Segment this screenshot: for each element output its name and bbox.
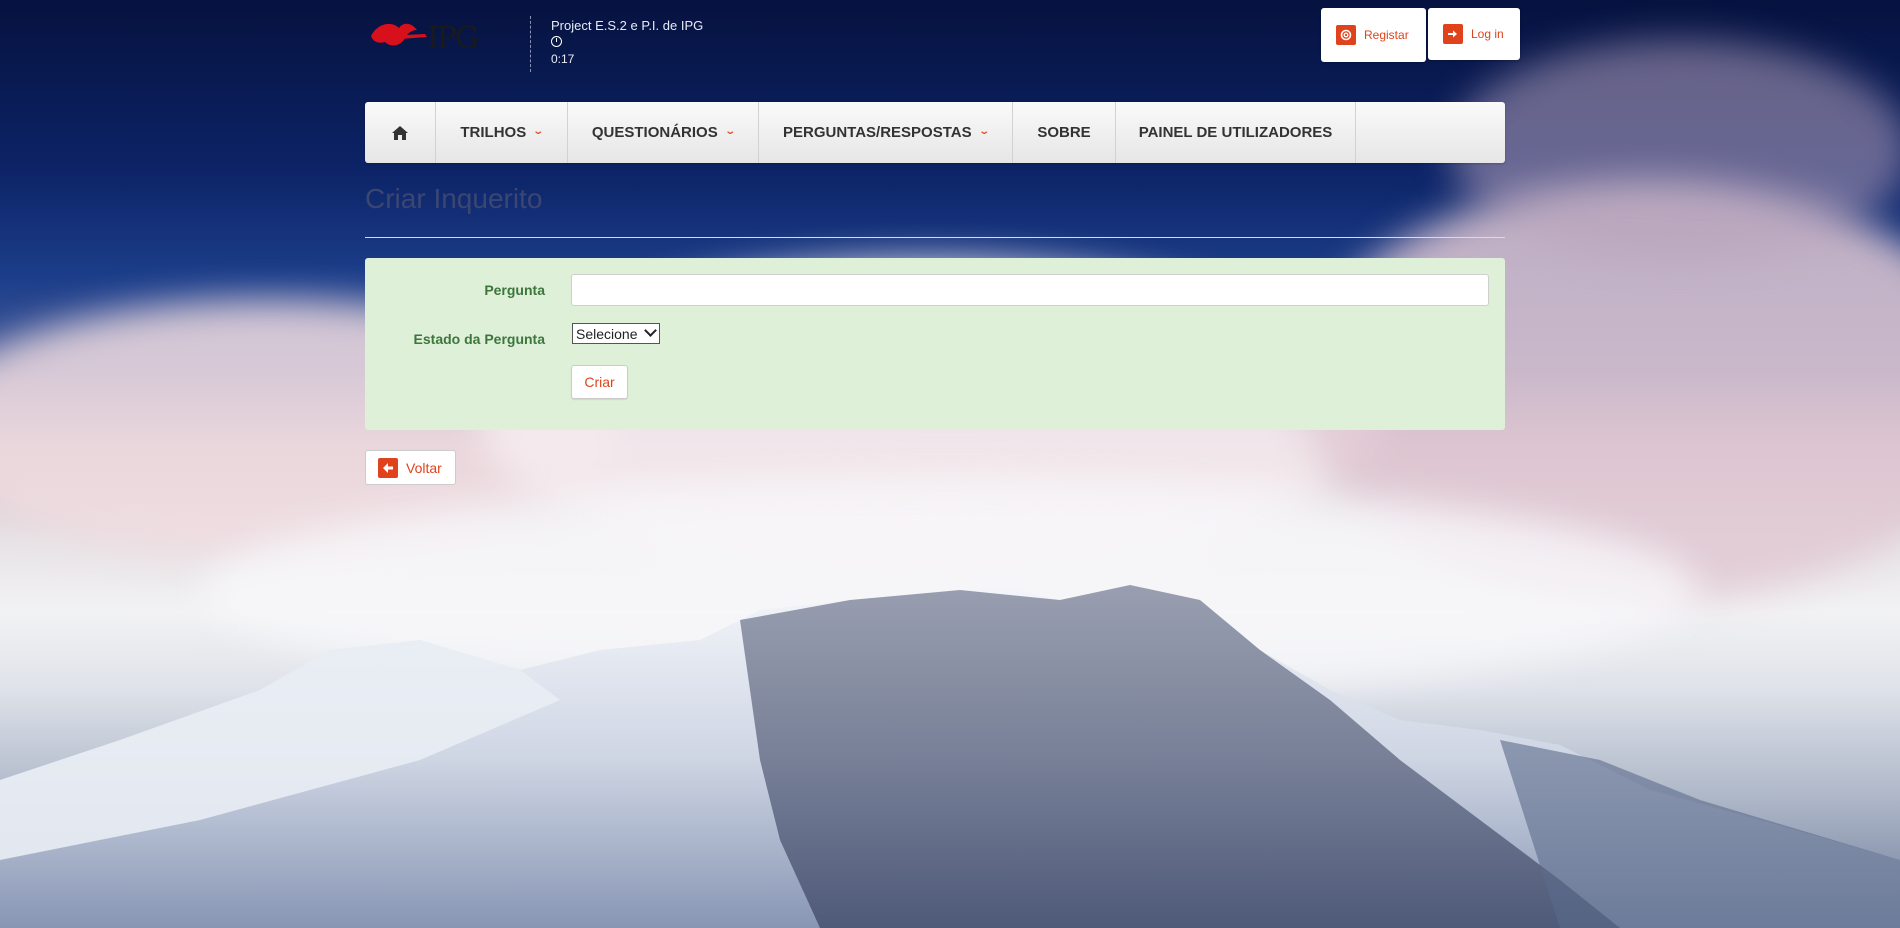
clock-icon — [551, 36, 562, 47]
select-arrow-icon — [644, 324, 657, 337]
chevron-down-icon: ⌄ — [532, 126, 545, 137]
nav-trilhos[interactable]: TRILHOS ⌄ — [436, 102, 568, 163]
nav-home[interactable] — [365, 102, 436, 163]
header-divider — [530, 16, 531, 72]
estado-select[interactable]: Selecione — [572, 323, 660, 344]
ipg-logo[interactable]: IPG — [365, 14, 505, 58]
nav-painel-utilizadores[interactable]: PAINEL DE UTILIZADORES — [1116, 102, 1356, 163]
auth-buttons: Registar Log in — [1321, 8, 1520, 62]
estado-label: Estado da Pergunta — [413, 331, 545, 347]
pergunta-label: Pergunta — [484, 282, 545, 298]
session-timer: 0:17 — [551, 52, 575, 66]
login-icon — [1443, 24, 1463, 44]
home-icon — [392, 125, 408, 140]
nav-sobre-label: SOBRE — [1037, 124, 1091, 141]
register-icon — [1336, 25, 1356, 45]
register-label: Registar — [1364, 28, 1409, 42]
estado-selected-value: Selecione — [576, 325, 638, 342]
nav-trilhos-label: TRILHOS — [460, 124, 527, 141]
nav-perguntas-respostas[interactable]: PERGUNTAS/RESPOSTAS ⌄ — [759, 102, 1013, 163]
title-divider — [365, 237, 1505, 238]
voltar-button[interactable]: Voltar — [365, 450, 456, 485]
create-survey-form: Pergunta Estado da Pergunta Selecione Cr… — [365, 258, 1505, 430]
criar-button[interactable]: Criar — [571, 365, 628, 399]
register-button[interactable]: Registar — [1321, 8, 1426, 62]
page-title: Criar Inquerito — [365, 183, 543, 214]
nav-questionarios[interactable]: QUESTIONÁRIOS ⌄ — [568, 102, 759, 163]
svg-text:IPG: IPG — [427, 21, 477, 56]
nav-questionarios-label: QUESTIONÁRIOS — [591, 124, 718, 141]
login-label: Log in — [1471, 27, 1504, 41]
project-name: Project E.S.2 e P.I. de IPG — [551, 18, 704, 33]
nav-sobre[interactable]: SOBRE — [1013, 102, 1116, 163]
site-header: IPG Project E.S.2 e P.I. de IPG 0:17 Reg… — [365, 8, 1520, 88]
chevron-down-icon: ⌄ — [977, 126, 990, 137]
arrow-left-icon — [378, 457, 398, 478]
pergunta-input[interactable] — [571, 274, 1489, 306]
chevron-down-icon: ⌄ — [724, 126, 736, 137]
nav-perguntas-label: PERGUNTAS/RESPOSTAS — [782, 124, 972, 141]
project-info: Project E.S.2 e P.I. de IPG 0:17 — [551, 18, 703, 67]
nav-painel-label: PAINEL DE UTILIZADORES — [1138, 124, 1333, 141]
login-button[interactable]: Log in — [1428, 8, 1520, 60]
voltar-label: Voltar — [406, 459, 442, 476]
main-navbar: TRILHOS ⌄ QUESTIONÁRIOS ⌄ PERGUNTAS/RESP… — [365, 102, 1505, 163]
